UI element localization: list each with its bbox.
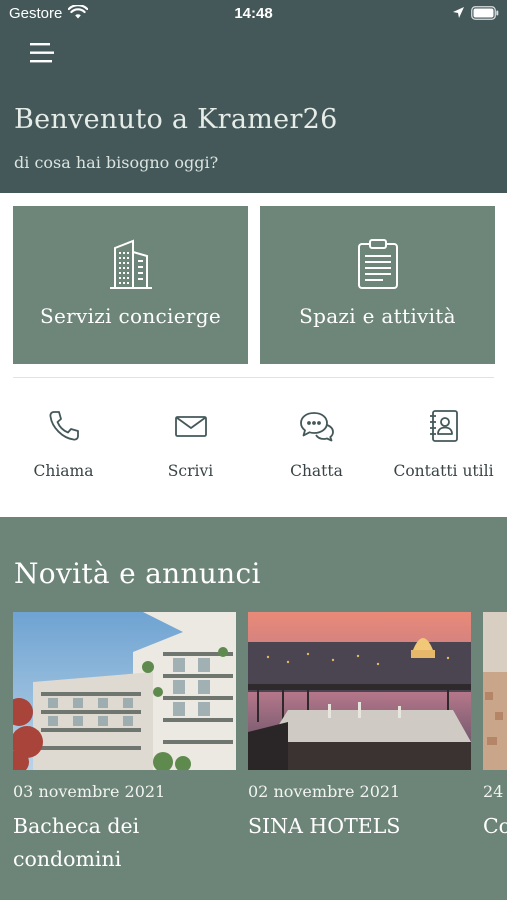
news-card-title: SINA HOTELS bbox=[248, 814, 401, 838]
clipboard-icon bbox=[260, 238, 495, 290]
welcome-title: Benvenuto a Kramer26 bbox=[14, 104, 338, 135]
news-section-title: Novità e annunci bbox=[14, 557, 261, 590]
news-card[interactable]: 03 novembre 2021 Bacheca dei condomini bbox=[13, 612, 236, 900]
news-card-image-city bbox=[483, 612, 507, 770]
news-card-date: 02 novembre 2021 bbox=[248, 782, 401, 801]
building-icon bbox=[13, 238, 248, 290]
useful-contacts-action[interactable]: Contatti utili bbox=[380, 400, 507, 500]
tile-concierge-services[interactable]: Servizi concierge bbox=[13, 206, 248, 364]
news-card-title: Bacheca dei condomini bbox=[13, 814, 140, 871]
menu-button[interactable] bbox=[28, 40, 56, 66]
app-header: Gestore 14:48 Benvenuto a Kramer26 di co… bbox=[0, 0, 507, 193]
battery-icon bbox=[471, 6, 499, 20]
contacts-book-icon bbox=[380, 408, 507, 444]
phone-icon bbox=[0, 408, 127, 444]
chat-action[interactable]: Chatta bbox=[253, 400, 380, 500]
mail-icon bbox=[127, 408, 254, 444]
news-card[interactable]: 02 novembre 2021 SINA HOTELS bbox=[248, 612, 471, 900]
quick-actions: Chiama Scrivi Chatta Contatti utili bbox=[0, 400, 507, 500]
news-section: Novità e annunci 03 novembre 2021 Bachec… bbox=[0, 517, 507, 900]
news-card-date: 03 novembre 2021 bbox=[13, 782, 166, 801]
news-card-image-terrace bbox=[248, 612, 471, 770]
tile-label: Servizi concierge bbox=[40, 304, 221, 328]
write-action[interactable]: Scrivi bbox=[127, 400, 254, 500]
status-bar: Gestore 14:48 bbox=[0, 0, 507, 28]
action-label: Contatti utili bbox=[393, 462, 494, 480]
news-card-date: 24 bbox=[483, 782, 504, 801]
tile-spaces-activities[interactable]: Spazi e attività bbox=[260, 206, 495, 364]
action-label: Chiama bbox=[33, 462, 94, 480]
news-card-title: Co ass bbox=[483, 814, 507, 838]
news-card-partial[interactable]: 24 Co ass bbox=[483, 612, 507, 900]
location-arrow-icon bbox=[452, 6, 465, 23]
clock: 14:48 bbox=[234, 5, 273, 22]
call-action[interactable]: Chiama bbox=[0, 400, 127, 500]
divider bbox=[13, 377, 494, 378]
action-label: Chatta bbox=[290, 462, 343, 480]
tile-label: Spazi e attività bbox=[299, 304, 456, 328]
chat-icon bbox=[253, 408, 380, 444]
hamburger-menu-icon bbox=[30, 43, 54, 63]
welcome-subtitle: di cosa hai bisogno oggi? bbox=[14, 153, 219, 172]
news-card-image-building bbox=[13, 612, 236, 770]
action-label: Scrivi bbox=[167, 462, 214, 480]
